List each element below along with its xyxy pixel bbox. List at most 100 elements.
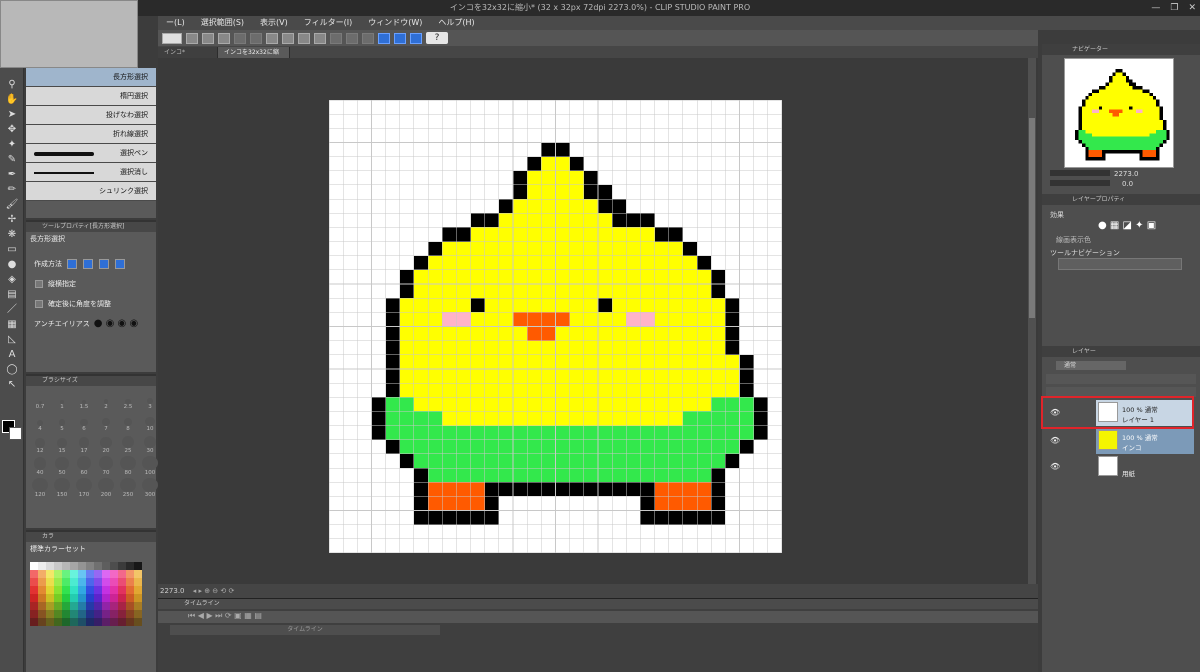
menu-help[interactable]: ヘルプ(H) <box>430 16 482 30</box>
brush-size-option[interactable]: 10 <box>140 412 160 432</box>
palette-swatch[interactable] <box>38 570 46 578</box>
palette-swatch[interactable] <box>126 610 134 618</box>
palette-swatch[interactable] <box>70 618 78 626</box>
palette-swatch[interactable] <box>54 586 62 594</box>
eyedropper-icon[interactable]: ✎ <box>4 154 20 166</box>
brush-size-option[interactable]: 4 <box>30 412 50 432</box>
palette-swatch[interactable] <box>70 594 78 602</box>
palette-swatch[interactable] <box>38 602 46 610</box>
palette-swatch[interactable] <box>134 570 142 578</box>
blend-tool-icon[interactable]: ● <box>4 259 20 271</box>
palette-swatch[interactable] <box>110 610 118 618</box>
palette-swatch[interactable] <box>30 594 38 602</box>
palette-swatch[interactable] <box>126 586 134 594</box>
fill-icon[interactable] <box>330 32 342 44</box>
gradient-tool-icon[interactable]: ▤ <box>4 289 20 301</box>
sub-color-swatch[interactable] <box>9 427 22 440</box>
palette-swatch[interactable] <box>70 578 78 586</box>
tab-inko[interactable]: インコ* <box>158 47 218 58</box>
brush-size-option[interactable]: 8 <box>118 412 138 432</box>
palette-swatch[interactable] <box>78 562 86 570</box>
balloon-tool-icon[interactable]: ◯ <box>4 364 20 376</box>
brush-size-option[interactable]: 30 <box>140 434 160 454</box>
palette-swatch[interactable] <box>30 602 38 610</box>
palette-swatch[interactable] <box>118 570 126 578</box>
brush-size-option[interactable]: 150 <box>52 478 72 498</box>
palette-swatch[interactable] <box>62 610 70 618</box>
palette-swatch[interactable] <box>78 602 86 610</box>
palette-swatch[interactable] <box>30 578 38 586</box>
palette-swatch[interactable] <box>110 578 118 586</box>
brush-size-option[interactable]: 17 <box>74 434 94 454</box>
canvas-vertical-scrollbar[interactable] <box>1028 58 1036 584</box>
palette-swatch[interactable] <box>102 602 110 610</box>
snap-special-ruler-icon[interactable] <box>394 32 406 44</box>
palette-swatch[interactable] <box>110 562 118 570</box>
antialias-options[interactable]: ● ◉ ◉ ◉ <box>94 314 138 334</box>
palette-swatch[interactable] <box>94 610 102 618</box>
palette-swatch[interactable] <box>46 618 54 626</box>
palette-swatch[interactable] <box>54 570 62 578</box>
palette-swatch[interactable] <box>118 594 126 602</box>
menu-view[interactable]: 表示(V) <box>252 16 296 30</box>
subtool-ellipse-select[interactable]: 楕円選択 <box>26 87 156 106</box>
palette-swatch[interactable] <box>102 586 110 594</box>
subtool-selection-eraser[interactable]: 選択消し <box>26 163 156 182</box>
palette-swatch[interactable] <box>86 562 94 570</box>
brush-size-option[interactable]: 300 <box>140 478 160 498</box>
palette-swatch[interactable] <box>54 602 62 610</box>
pencil-tool-icon[interactable]: ✏ <box>4 184 20 196</box>
palette-swatch[interactable] <box>62 570 70 578</box>
palette-swatch[interactable] <box>110 570 118 578</box>
palette-swatch[interactable] <box>134 618 142 626</box>
palette-swatch[interactable] <box>46 570 54 578</box>
palette-swatch[interactable] <box>110 586 118 594</box>
palette-swatch[interactable] <box>134 578 142 586</box>
layer-row-inko[interactable]: 100 % 通常 インコ <box>1096 428 1194 454</box>
palette-swatch[interactable] <box>94 578 102 586</box>
palette-swatch[interactable] <box>94 562 102 570</box>
palette-swatch[interactable] <box>94 570 102 578</box>
brush-size-option[interactable]: 1.5 <box>74 390 94 410</box>
brush-size-option[interactable]: 120 <box>30 478 50 498</box>
palette-swatch[interactable] <box>54 594 62 602</box>
palette-swatch[interactable] <box>70 586 78 594</box>
zoom-tool-icon[interactable]: ⚲ <box>4 79 20 91</box>
timeline-select[interactable]: タイムライン <box>170 625 440 635</box>
brush-size-option[interactable]: 20 <box>96 434 116 454</box>
palette-swatch[interactable] <box>134 594 142 602</box>
palette-swatch[interactable] <box>78 618 86 626</box>
palette-swatch[interactable] <box>54 562 62 570</box>
palette-swatch[interactable] <box>62 618 70 626</box>
brush-size-option[interactable]: 40 <box>30 456 50 476</box>
palette-swatch[interactable] <box>54 578 62 586</box>
palette-swatch[interactable] <box>134 586 142 594</box>
clear-outside-icon[interactable] <box>362 32 374 44</box>
brush-size-option[interactable]: 25 <box>118 434 138 454</box>
palette-swatch[interactable] <box>86 578 94 586</box>
operation-tool-icon[interactable]: ➤ <box>4 109 20 121</box>
navigator-angle-value[interactable]: 0.0 <box>1122 180 1133 188</box>
palette-swatch[interactable] <box>78 610 86 618</box>
effect-buttons[interactable]: ● ▦ ◪ ✦ ▣ <box>1098 220 1156 231</box>
pen-tool-icon[interactable]: ✒ <box>4 169 20 181</box>
brush-size-option[interactable]: 60 <box>74 456 94 476</box>
palette-swatch[interactable] <box>126 578 134 586</box>
menu-filter[interactable]: フィルター(I) <box>296 16 360 30</box>
palette-swatch[interactable] <box>46 594 54 602</box>
brush-size-option[interactable]: 6 <box>74 412 94 432</box>
palette-swatch[interactable] <box>54 610 62 618</box>
palette-swatch[interactable] <box>102 578 110 586</box>
palette-swatch[interactable] <box>62 562 70 570</box>
subtool-lasso-select[interactable]: 投げなわ選択 <box>26 106 156 125</box>
tool-navigation-button[interactable] <box>1058 258 1182 270</box>
palette-swatch[interactable] <box>126 602 134 610</box>
palette-swatch[interactable] <box>86 570 94 578</box>
palette-swatch[interactable] <box>38 610 46 618</box>
color-palette[interactable] <box>30 562 152 626</box>
palette-swatch[interactable] <box>94 594 102 602</box>
subtool-rect-select[interactable]: 長方形選択 <box>26 68 156 87</box>
brush-tool-icon[interactable]: 🖌 <box>4 199 20 211</box>
palette-swatch[interactable] <box>62 586 70 594</box>
subtool-selection-pen[interactable]: 選択ペン <box>26 144 156 163</box>
